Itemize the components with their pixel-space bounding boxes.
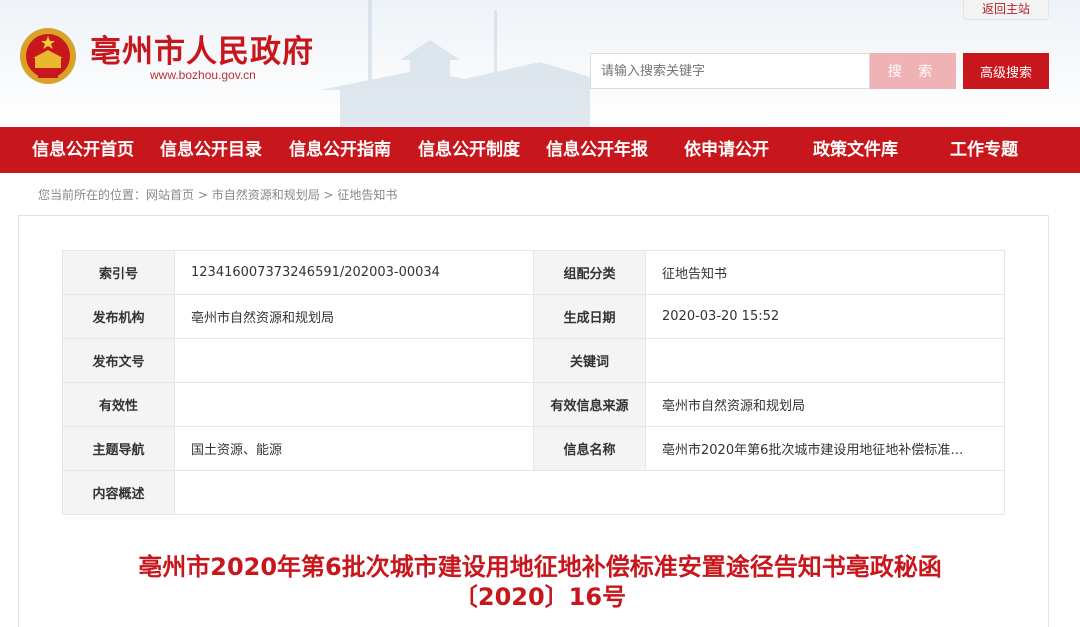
breadcrumb-current[interactable]: 征地告知书 (337, 188, 397, 202)
table-row: 有效性 有效信息来源 亳州市自然资源和规划局 (62, 382, 1005, 427)
search-input[interactable] (590, 53, 870, 89)
breadcrumb: 您当前所在的位置：网站首页 > 市自然资源和规划局 > 征地告知书 (38, 186, 397, 203)
table-row: 主题导航 国土资源、能源 信息名称 亳州市2020年第6批次城市建设用地征地补偿… (62, 426, 1005, 471)
label-publisher: 发布机构 (62, 294, 175, 339)
label-created-date: 生成日期 (533, 294, 646, 339)
advanced-search-button[interactable]: 高级搜索 (963, 53, 1049, 89)
pagoda-illustration-icon (320, 0, 600, 127)
label-validity: 有效性 (62, 382, 175, 427)
label-index-number: 索引号 (62, 250, 175, 295)
breadcrumb-bureau[interactable]: 市自然资源和规划局 (212, 188, 320, 202)
value-document-number (174, 338, 534, 383)
label-valid-source: 有效信息来源 (533, 382, 646, 427)
table-row: 索引号 123416007373246591/202003-00034 组配分类… (62, 250, 1005, 295)
table-row: 发布文号 关键词 (62, 338, 1005, 383)
article-title-line2: 〔2020〕16号 (453, 583, 627, 611)
value-category: 征地告知书 (645, 250, 1005, 295)
site-url: www.bozhou.gov.cn (150, 68, 256, 82)
label-topic-nav: 主题导航 (62, 426, 175, 471)
value-validity (174, 382, 534, 427)
table-row: 内容概述 (62, 470, 1005, 515)
nav-item-apply-disclosure[interactable]: 依申请公开 (684, 127, 769, 173)
value-created-date: 2020-03-20 15:52 (645, 294, 1005, 339)
nav-item-info-home[interactable]: 信息公开首页 (32, 127, 134, 173)
label-keywords: 关键词 (533, 338, 646, 383)
value-index-number: 123416007373246591/202003-00034 (174, 250, 534, 295)
label-document-number: 发布文号 (62, 338, 175, 383)
main-nav: 信息公开首页 信息公开目录 信息公开指南 信息公开制度 信息公开年报 依申请公开… (0, 127, 1080, 173)
value-publisher: 亳州市自然资源和规划局 (174, 294, 534, 339)
search-button[interactable]: 搜 索 (870, 53, 956, 89)
nav-item-policy-library[interactable]: 政策文件库 (813, 127, 898, 173)
return-home-link[interactable]: 返回主站 (963, 0, 1049, 20)
table-row: 发布机构 亳州市自然资源和规划局 生成日期 2020-03-20 15:52 (62, 294, 1005, 339)
site-header: 返回主站 亳州市人民政府 www.bozhou.gov.cn 搜 索 高级搜索 (0, 0, 1080, 127)
breadcrumb-separator: > (194, 188, 212, 202)
info-table: 索引号 123416007373246591/202003-00034 组配分类… (62, 250, 1005, 515)
breadcrumb-separator: > (319, 188, 338, 202)
breadcrumb-prefix: 您当前所在的位置： (38, 188, 147, 202)
article-title-line1: 亳州市2020年第6批次城市建设用地征地补偿标准安置途径告知书亳政秘函 (138, 553, 942, 581)
value-keywords (645, 338, 1005, 383)
value-info-name: 亳州市2020年第6批次城市建设用地征地补偿标准… (645, 426, 1005, 471)
label-content-summary: 内容概述 (62, 470, 175, 515)
national-emblem-icon (20, 28, 76, 84)
nav-item-info-guide[interactable]: 信息公开指南 (289, 127, 391, 173)
nav-item-info-system[interactable]: 信息公开制度 (418, 127, 520, 173)
article-title: 亳州市2020年第6批次城市建设用地征地补偿标准安置途径告知书亳政秘函 〔202… (40, 552, 1040, 612)
value-topic-nav: 国土资源、能源 (174, 426, 534, 471)
value-content-summary (174, 470, 1005, 515)
nav-item-work-topics[interactable]: 工作专题 (950, 127, 1018, 173)
label-info-name: 信息名称 (533, 426, 646, 471)
value-valid-source: 亳州市自然资源和规划局 (645, 382, 1005, 427)
nav-item-info-catalog[interactable]: 信息公开目录 (160, 127, 262, 173)
nav-item-annual-report[interactable]: 信息公开年报 (546, 127, 648, 173)
site-title[interactable]: 亳州市人民政府 (90, 26, 314, 71)
label-category: 组配分类 (533, 250, 646, 295)
breadcrumb-home[interactable]: 网站首页 (146, 188, 194, 202)
